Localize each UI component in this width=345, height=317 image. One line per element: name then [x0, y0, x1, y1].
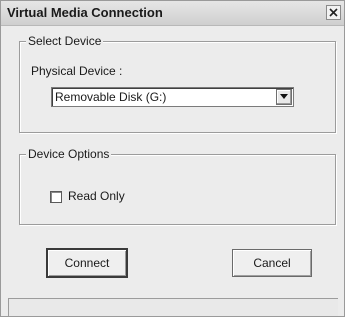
close-button[interactable] — [326, 5, 341, 20]
physical-device-label: Physical Device : — [31, 64, 123, 78]
status-bar — [8, 298, 338, 316]
read-only-checkbox[interactable] — [50, 191, 62, 203]
connect-button-label: Connect — [64, 256, 110, 270]
chevron-down-icon — [280, 94, 288, 99]
connect-button[interactable]: Connect — [46, 248, 128, 278]
cancel-button[interactable]: Cancel — [232, 249, 312, 277]
device-options-group-title: Device Options — [26, 147, 112, 161]
dropdown-arrow-button[interactable] — [276, 89, 292, 105]
physical-device-dropdown[interactable]: Removable Disk (G:) — [51, 87, 294, 107]
device-options-group: Device Options Read Only — [19, 147, 336, 225]
read-only-label[interactable]: Read Only — [68, 189, 125, 203]
close-icon — [329, 8, 338, 17]
physical-device-selected-value: Removable Disk (G:) — [55, 90, 167, 104]
dialog-title: Virtual Media Connection — [7, 5, 163, 20]
cancel-button-label: Cancel — [253, 256, 291, 270]
virtual-media-connection-dialog: Virtual Media Connection Select Device P… — [0, 0, 345, 317]
select-device-group-title: Select Device — [26, 34, 104, 48]
select-device-group: Select Device Physical Device : Removabl… — [19, 34, 336, 133]
title-bar[interactable]: Virtual Media Connection — [1, 1, 344, 26]
